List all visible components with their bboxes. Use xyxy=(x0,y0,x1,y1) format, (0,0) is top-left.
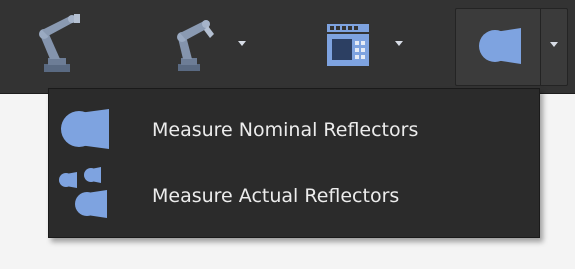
measure-nominal-reflectors-icon xyxy=(61,109,109,149)
measure-reflector-icon xyxy=(479,28,521,64)
robot-arm-icon xyxy=(39,14,80,72)
controller-panel-icon xyxy=(327,24,369,66)
menu-item-label: Measure Actual Reflectors xyxy=(152,185,400,207)
toolbar xyxy=(0,0,575,94)
robot-arm-icon xyxy=(177,20,214,71)
menu-item-label: Measure Nominal Reflectors xyxy=(152,119,419,141)
menu-item-measure-actual-reflectors[interactable]: Measure Actual Reflectors xyxy=(49,164,539,226)
measure-actual-reflectors-icon xyxy=(59,167,107,218)
robot-arm-dropdown-button[interactable] xyxy=(166,10,258,80)
split-divider xyxy=(540,9,541,85)
chevron-down-icon[interactable] xyxy=(238,41,246,46)
chevron-down-icon[interactable] xyxy=(550,42,558,47)
measure-reflectors-dropdown-button[interactable] xyxy=(455,8,568,86)
controller-panel-dropdown-button[interactable] xyxy=(322,10,412,80)
robot-arm-button[interactable] xyxy=(28,10,88,80)
reflectors-dropdown-menu: Measure Nominal Reflectors Measure Actua… xyxy=(48,88,540,238)
chevron-down-icon[interactable] xyxy=(395,41,403,46)
menu-item-measure-nominal-reflectors[interactable]: Measure Nominal Reflectors xyxy=(49,99,539,161)
